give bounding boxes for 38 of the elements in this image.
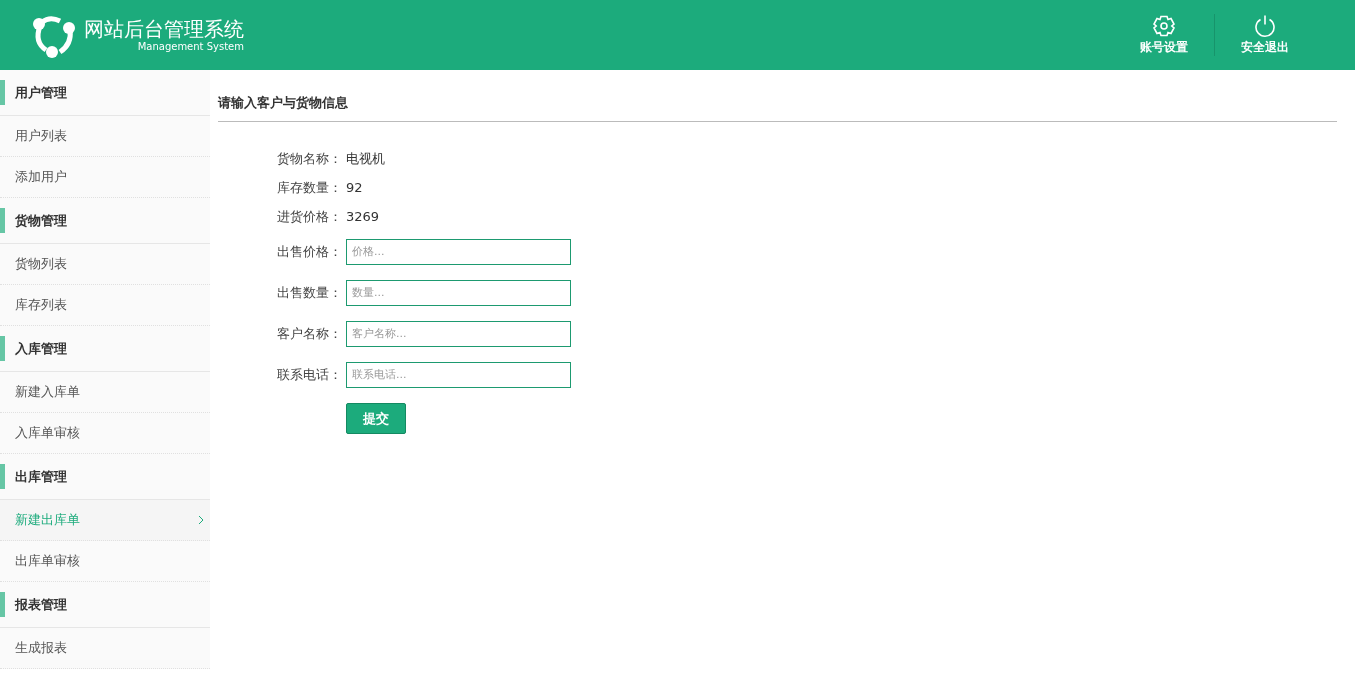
form-heading: 请输入客户与货物信息 <box>218 70 1337 122</box>
menu-group-title: 入库管理 <box>15 339 67 358</box>
input-field[interactable]: 数量... <box>346 279 571 306</box>
field-label: 联系电话： <box>276 365 342 384</box>
field-label: 进货价格： <box>276 207 342 226</box>
sidebar-item[interactable]: 用户列表 <box>0 116 210 157</box>
field-value: 92 <box>345 179 364 197</box>
chevron-right-icon <box>198 515 204 525</box>
input-field[interactable]: 客户名称... <box>346 320 571 347</box>
menu-group-title: 用户管理 <box>15 83 67 102</box>
sidebar-item[interactable]: 出库单审核 <box>0 541 210 582</box>
field-label: 出售价格： <box>276 242 342 261</box>
accent-bar <box>0 208 5 233</box>
sidebar-item[interactable]: 添加用户 <box>0 157 210 198</box>
accent-bar <box>0 464 5 489</box>
sidebar-item[interactable]: 生成报表 <box>0 628 210 669</box>
sidebar-item[interactable]: 库存列表 <box>0 285 210 326</box>
app-title: 网站后台管理系统 <box>84 17 244 41</box>
power-icon <box>1253 14 1277 38</box>
field-label: 货物名称： <box>276 149 342 168</box>
app-subtitle: Management System <box>137 41 244 53</box>
menu-group-title: 报表管理 <box>15 595 67 614</box>
field-label: 库存数量： <box>276 178 342 197</box>
settings-icon <box>1152 14 1176 38</box>
accent-bar <box>0 336 5 361</box>
sidebar-item[interactable]: 新建入库单 <box>0 372 210 413</box>
accent-bar <box>0 592 5 617</box>
sidebar-item[interactable]: 货物列表 <box>0 244 210 285</box>
input-field[interactable]: 价格... <box>346 238 571 265</box>
field-value: 3269 <box>345 208 381 226</box>
menu-group-title: 出库管理 <box>15 467 67 486</box>
sidebar-item[interactable]: 入库单审核 <box>0 413 210 454</box>
field-label: 出售数量： <box>276 283 342 302</box>
field-value: 电视机 <box>345 149 386 168</box>
field-label: 客户名称： <box>276 324 342 343</box>
accent-bar <box>0 80 5 105</box>
input-field[interactable]: 联系电话... <box>346 361 571 388</box>
menu-group-title: 货物管理 <box>15 211 67 230</box>
